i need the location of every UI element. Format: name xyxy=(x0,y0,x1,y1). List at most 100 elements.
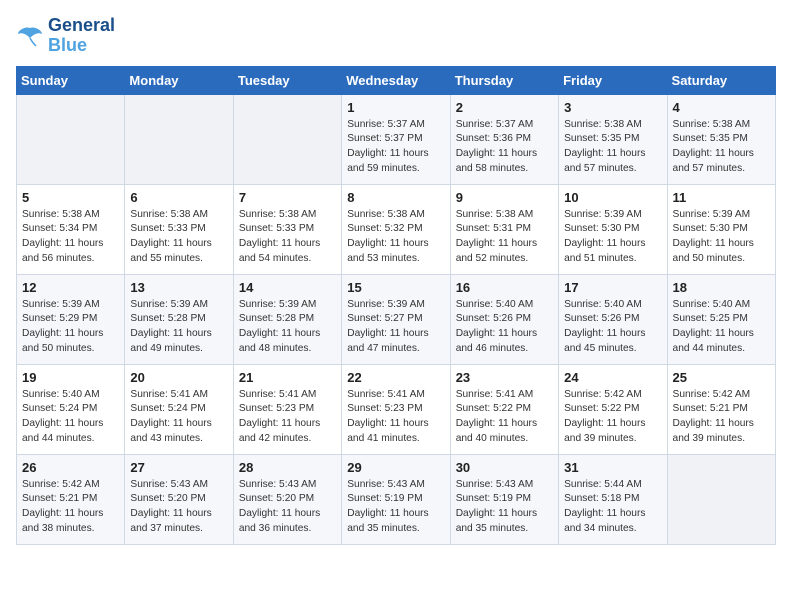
day-number: 3 xyxy=(564,100,661,115)
day-number: 16 xyxy=(456,280,553,295)
day-number: 27 xyxy=(130,460,227,475)
calendar-cell xyxy=(233,94,341,184)
day-info: Sunrise: 5:39 AM Sunset: 5:28 PM Dayligh… xyxy=(239,298,336,357)
day-info: Sunrise: 5:42 AM Sunset: 5:21 PM Dayligh… xyxy=(673,388,770,447)
day-number: 17 xyxy=(564,280,661,295)
day-info: Sunrise: 5:42 AM Sunset: 5:22 PM Dayligh… xyxy=(564,388,661,447)
calendar-cell: 15 Sunrise: 5:39 AM Sunset: 5:27 PM Dayli… xyxy=(342,274,450,364)
calendar-cell: 3Sunrise: 5:38 AM Sunset: 5:35 PM Daylig… xyxy=(559,94,667,184)
day-number: 7 xyxy=(239,190,336,205)
day-number: 23 xyxy=(456,370,553,385)
weekday-header-tuesday: Tuesday xyxy=(233,66,341,94)
calendar-cell: 29 Sunrise: 5:43 AM Sunset: 5:19 PM Dayli… xyxy=(342,454,450,544)
calendar-cell: 2 Sunrise: 5:37 AM Sunset: 5:36 PM Daylig… xyxy=(450,94,558,184)
day-number: 12 xyxy=(22,280,119,295)
day-info: Sunrise: 5:39 AM Sunset: 5:30 PM Dayligh… xyxy=(564,208,661,267)
day-number: 5 xyxy=(22,190,119,205)
calendar-cell: 11Sunrise: 5:39 AM Sunset: 5:30 PM Dayli… xyxy=(667,184,775,274)
calendar-week-row: 1 Sunrise: 5:37 AM Sunset: 5:37 PM Daylig… xyxy=(17,94,776,184)
day-info: Sunrise: 5:41 AM Sunset: 5:23 PM Dayligh… xyxy=(239,388,336,447)
day-info: Sunrise: 5:42 AM Sunset: 5:21 PM Dayligh… xyxy=(22,478,119,537)
calendar-cell: 21 Sunrise: 5:41 AM Sunset: 5:23 PM Dayli… xyxy=(233,364,341,454)
calendar-cell: 18 Sunrise: 5:40 AM Sunset: 5:25 PM Dayli… xyxy=(667,274,775,364)
day-info: Sunrise: 5:38 AM Sunset: 5:33 PM Dayligh… xyxy=(239,208,336,267)
calendar-cell: 30Sunrise: 5:43 AM Sunset: 5:19 PM Dayli… xyxy=(450,454,558,544)
weekday-header-row: SundayMondayTuesdayWednesdayThursdayFrid… xyxy=(17,66,776,94)
calendar-cell: 13 Sunrise: 5:39 AM Sunset: 5:28 PM Dayli… xyxy=(125,274,233,364)
calendar-cell: 28Sunrise: 5:43 AM Sunset: 5:20 PM Dayli… xyxy=(233,454,341,544)
calendar-cell xyxy=(667,454,775,544)
day-number: 6 xyxy=(130,190,227,205)
day-number: 18 xyxy=(673,280,770,295)
weekday-header-monday: Monday xyxy=(125,66,233,94)
calendar-cell: 9Sunrise: 5:38 AM Sunset: 5:31 PM Daylig… xyxy=(450,184,558,274)
calendar-cell: 5 Sunrise: 5:38 AM Sunset: 5:34 PM Daylig… xyxy=(17,184,125,274)
day-info: Sunrise: 5:41 AM Sunset: 5:22 PM Dayligh… xyxy=(456,388,553,447)
day-info: Sunrise: 5:44 AM Sunset: 5:18 PM Dayligh… xyxy=(564,478,661,537)
day-info: Sunrise: 5:40 AM Sunset: 5:26 PM Dayligh… xyxy=(564,298,661,357)
logo-icon xyxy=(16,24,44,48)
weekday-header-saturday: Saturday xyxy=(667,66,775,94)
calendar-cell: 22 Sunrise: 5:41 AM Sunset: 5:23 PM Dayli… xyxy=(342,364,450,454)
calendar-cell: 6 Sunrise: 5:38 AM Sunset: 5:33 PM Daylig… xyxy=(125,184,233,274)
day-info: Sunrise: 5:37 AM Sunset: 5:36 PM Dayligh… xyxy=(456,118,553,177)
weekday-header-wednesday: Wednesday xyxy=(342,66,450,94)
day-number: 21 xyxy=(239,370,336,385)
day-number: 4 xyxy=(673,100,770,115)
calendar-cell: 17 Sunrise: 5:40 AM Sunset: 5:26 PM Dayli… xyxy=(559,274,667,364)
day-number: 31 xyxy=(564,460,661,475)
page-header: GeneralBlue xyxy=(16,16,776,56)
day-info: Sunrise: 5:38 AM Sunset: 5:34 PM Dayligh… xyxy=(22,208,119,267)
day-info: Sunrise: 5:41 AM Sunset: 5:23 PM Dayligh… xyxy=(347,388,444,447)
day-number: 2 xyxy=(456,100,553,115)
calendar-table: SundayMondayTuesdayWednesdayThursdayFrid… xyxy=(16,66,776,545)
calendar-week-row: 5 Sunrise: 5:38 AM Sunset: 5:34 PM Daylig… xyxy=(17,184,776,274)
logo: GeneralBlue xyxy=(16,16,115,56)
day-info: Sunrise: 5:38 AM Sunset: 5:32 PM Dayligh… xyxy=(347,208,444,267)
day-number: 19 xyxy=(22,370,119,385)
calendar-cell: 19 Sunrise: 5:40 AM Sunset: 5:24 PM Dayli… xyxy=(17,364,125,454)
calendar-cell: 24 Sunrise: 5:42 AM Sunset: 5:22 PM Dayli… xyxy=(559,364,667,454)
day-info: Sunrise: 5:40 AM Sunset: 5:26 PM Dayligh… xyxy=(456,298,553,357)
calendar-week-row: 19 Sunrise: 5:40 AM Sunset: 5:24 PM Dayli… xyxy=(17,364,776,454)
day-number: 1 xyxy=(347,100,444,115)
day-info: Sunrise: 5:38 AM Sunset: 5:33 PM Dayligh… xyxy=(130,208,227,267)
day-number: 26 xyxy=(22,460,119,475)
weekday-header-sunday: Sunday xyxy=(17,66,125,94)
calendar-cell: 14 Sunrise: 5:39 AM Sunset: 5:28 PM Dayli… xyxy=(233,274,341,364)
day-number: 24 xyxy=(564,370,661,385)
day-info: Sunrise: 5:41 AM Sunset: 5:24 PM Dayligh… xyxy=(130,388,227,447)
day-info: Sunrise: 5:39 AM Sunset: 5:28 PM Dayligh… xyxy=(130,298,227,357)
day-info: Sunrise: 5:38 AM Sunset: 5:35 PM Dayligh… xyxy=(673,118,770,177)
day-number: 22 xyxy=(347,370,444,385)
day-info: Sunrise: 5:43 AM Sunset: 5:20 PM Dayligh… xyxy=(130,478,227,537)
day-number: 14 xyxy=(239,280,336,295)
weekday-header-friday: Friday xyxy=(559,66,667,94)
day-number: 8 xyxy=(347,190,444,205)
logo-text: GeneralBlue xyxy=(48,16,115,56)
day-info: Sunrise: 5:40 AM Sunset: 5:24 PM Dayligh… xyxy=(22,388,119,447)
day-number: 11 xyxy=(673,190,770,205)
day-number: 13 xyxy=(130,280,227,295)
calendar-cell: 7 Sunrise: 5:38 AM Sunset: 5:33 PM Daylig… xyxy=(233,184,341,274)
day-info: Sunrise: 5:43 AM Sunset: 5:19 PM Dayligh… xyxy=(347,478,444,537)
weekday-header-thursday: Thursday xyxy=(450,66,558,94)
calendar-week-row: 12 Sunrise: 5:39 AM Sunset: 5:29 PM Dayli… xyxy=(17,274,776,364)
day-number: 20 xyxy=(130,370,227,385)
calendar-cell: 16 Sunrise: 5:40 AM Sunset: 5:26 PM Dayli… xyxy=(450,274,558,364)
calendar-cell: 8 Sunrise: 5:38 AM Sunset: 5:32 PM Daylig… xyxy=(342,184,450,274)
day-info: Sunrise: 5:37 AM Sunset: 5:37 PM Dayligh… xyxy=(347,118,444,177)
day-number: 29 xyxy=(347,460,444,475)
day-number: 15 xyxy=(347,280,444,295)
day-number: 30 xyxy=(456,460,553,475)
calendar-week-row: 26 Sunrise: 5:42 AM Sunset: 5:21 PM Dayli… xyxy=(17,454,776,544)
calendar-cell: 31 Sunrise: 5:44 AM Sunset: 5:18 PM Dayli… xyxy=(559,454,667,544)
day-info: Sunrise: 5:39 AM Sunset: 5:29 PM Dayligh… xyxy=(22,298,119,357)
calendar-cell: 12 Sunrise: 5:39 AM Sunset: 5:29 PM Dayli… xyxy=(17,274,125,364)
day-number: 28 xyxy=(239,460,336,475)
calendar-cell: 27 Sunrise: 5:43 AM Sunset: 5:20 PM Dayli… xyxy=(125,454,233,544)
day-number: 10 xyxy=(564,190,661,205)
day-info: Sunrise: 5:40 AM Sunset: 5:25 PM Dayligh… xyxy=(673,298,770,357)
calendar-cell: 1 Sunrise: 5:37 AM Sunset: 5:37 PM Daylig… xyxy=(342,94,450,184)
day-info: Sunrise: 5:39 AM Sunset: 5:27 PM Dayligh… xyxy=(347,298,444,357)
